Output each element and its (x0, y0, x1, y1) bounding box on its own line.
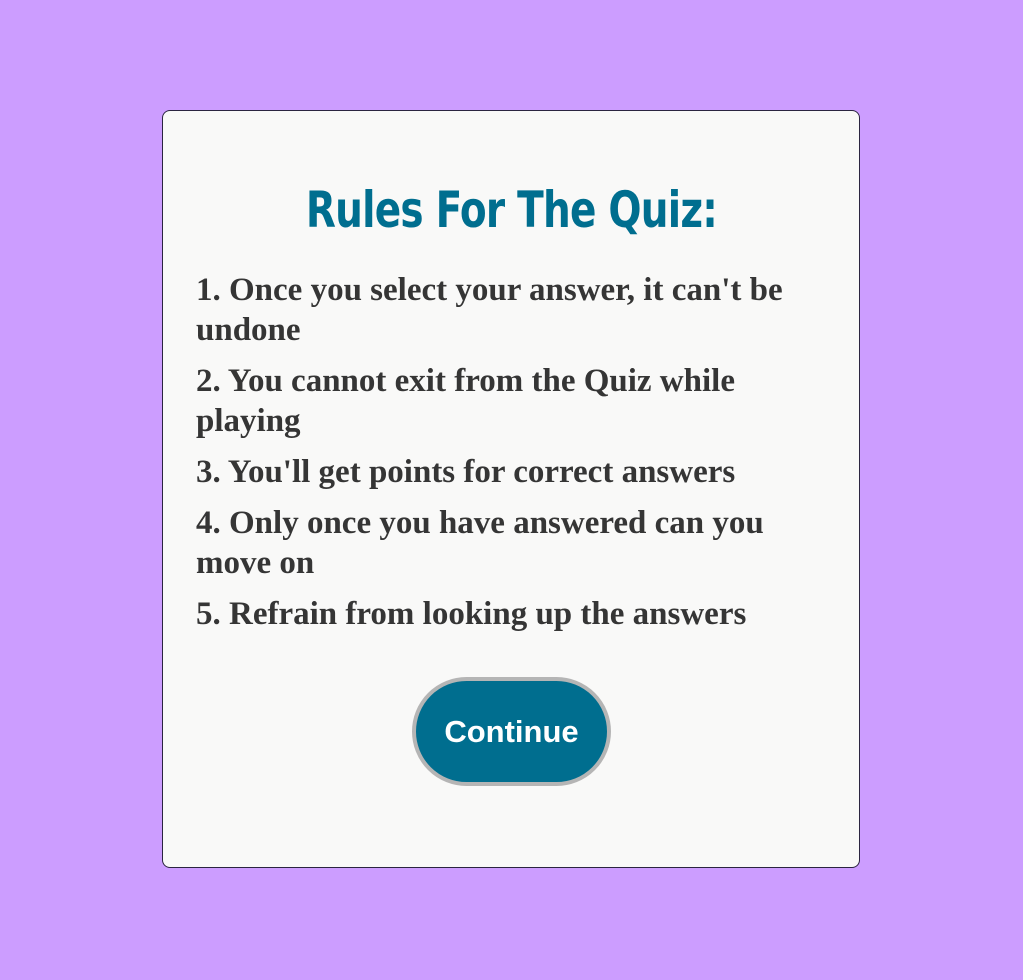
rule-item: 4. Only once you have answered can you m… (196, 505, 764, 581)
rule-item: 5. Refrain from looking up the answers (196, 596, 747, 632)
page-title: Rules For The Quiz: (305, 181, 718, 239)
continue-button[interactable]: Continue (412, 677, 611, 786)
rule-item: 2. You cannot exit from the Quiz while p… (196, 363, 735, 439)
rule-item: 1. Once you select your answer, it can't… (196, 272, 783, 348)
rule-item: 3. You'll get points for correct answers (196, 454, 736, 490)
rules-list: 1. Once you select your answer, it can't… (196, 270, 836, 645)
